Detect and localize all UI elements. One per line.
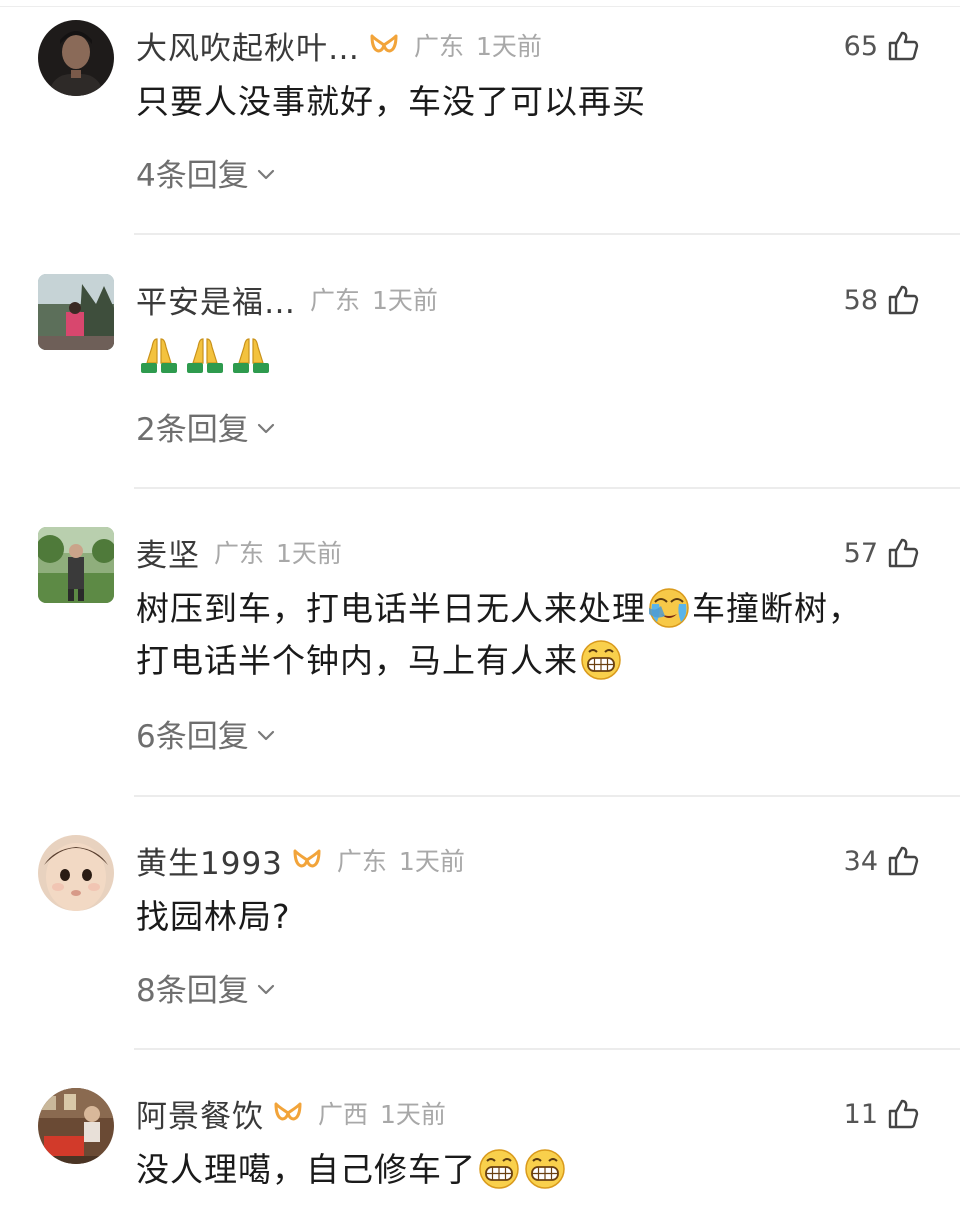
thumbs-up-icon[interactable]	[886, 29, 920, 63]
replies-label: 6条回复	[136, 719, 249, 755]
comment-meta: 阿景餐饮 广西 1天前	[136, 1088, 446, 1138]
username[interactable]: 大风吹起秋叶…	[136, 23, 360, 68]
comment-text: 没人理噶，自己修车了	[136, 1144, 926, 1196]
view-replies-button[interactable]: 2条回复	[136, 404, 277, 449]
chevron-down-icon	[249, 160, 277, 186]
like-button[interactable]: 58	[844, 280, 920, 320]
grin-emoji	[523, 1147, 567, 1191]
like-button[interactable]: 57	[844, 533, 920, 573]
like-count: 57	[843, 537, 878, 569]
comment-meta: 平安是福… 广东 1天前	[136, 274, 438, 324]
avatar[interactable]	[38, 527, 114, 603]
thumbs-up-icon[interactable]	[886, 536, 920, 570]
comment-text-part: 没人理噶，自己修车了	[136, 1150, 476, 1189]
top-divider	[0, 6, 960, 7]
comment-text: 树压到车，打电话半日无人来处理 车撞断树， 打电话半个钟内，马上有人来	[136, 583, 926, 687]
timestamp: 1天前	[476, 32, 542, 61]
comment-meta: 麦坚 广东 1天前	[136, 527, 342, 577]
replies-label: 8条回复	[136, 973, 249, 1009]
view-replies-button[interactable]: 8条回复	[136, 965, 277, 1010]
comment-divider	[134, 487, 960, 489]
thumbs-up-icon[interactable]	[886, 283, 920, 317]
pray-emoji	[183, 333, 227, 377]
like-count: 34	[843, 845, 878, 877]
like-count: 65	[843, 30, 878, 62]
crying-emoji	[647, 586, 691, 630]
vip-badge-icon	[291, 847, 323, 873]
timestamp: 1天前	[398, 847, 465, 876]
view-replies-button[interactable]: 4条回复	[136, 150, 277, 195]
comment-divider	[134, 233, 960, 235]
location-label: 广东	[214, 539, 265, 568]
timestamp: 1天前	[372, 286, 438, 315]
avatar[interactable]	[38, 1088, 114, 1164]
chevron-down-icon	[249, 721, 277, 747]
comment-text	[136, 330, 926, 382]
replies-label: 4条回复	[136, 158, 249, 194]
thumbs-up-icon[interactable]	[886, 844, 920, 878]
like-button[interactable]: 11	[844, 1094, 920, 1134]
grin-emoji	[579, 638, 623, 682]
pray-emoji	[229, 333, 273, 377]
comment-text: 只要人没事就好，车没了可以再买	[136, 82, 646, 121]
vip-badge-icon	[368, 32, 400, 58]
like-count: 11	[843, 1098, 878, 1130]
comment-text-part: 树压到车，打电话半日无人来处理	[136, 589, 646, 628]
timestamp: 1天前	[380, 1100, 446, 1129]
view-replies-button[interactable]: 6条回复	[136, 711, 277, 756]
location-label: 广东	[414, 32, 465, 61]
username[interactable]: 黄生1993	[136, 838, 283, 883]
avatar[interactable]	[38, 274, 114, 350]
comment-meta: 大风吹起秋叶… 广东 1天前	[136, 20, 542, 70]
username[interactable]: 麦坚	[136, 530, 200, 575]
like-count: 58	[843, 284, 878, 316]
thumbs-up-icon[interactable]	[886, 1097, 920, 1131]
comment-text: 找园林局?	[136, 897, 291, 936]
chevron-down-icon	[249, 975, 277, 1001]
grin-emoji	[477, 1147, 521, 1191]
like-button[interactable]: 65	[844, 26, 920, 66]
avatar[interactable]	[38, 20, 114, 96]
replies-label: 2条回复	[136, 412, 249, 448]
location-label: 广西	[318, 1100, 369, 1129]
location-label: 广东	[310, 286, 361, 315]
avatar[interactable]	[38, 835, 114, 911]
username[interactable]: 平安是福…	[136, 277, 296, 322]
comment-divider	[134, 1048, 960, 1050]
username[interactable]: 阿景餐饮	[136, 1091, 264, 1136]
comment-meta: 黄生1993 广东 1天前	[136, 835, 465, 885]
pray-emoji	[137, 333, 181, 377]
comment-text-part: 车撞断树，	[692, 589, 862, 628]
comment-divider	[134, 795, 960, 797]
like-button[interactable]: 34	[844, 841, 920, 881]
vip-badge-icon	[272, 1100, 304, 1126]
timestamp: 1天前	[276, 539, 342, 568]
comment-text-part: 打电话半个钟内，马上有人来	[136, 641, 578, 680]
chevron-down-icon	[249, 414, 277, 440]
location-label: 广东	[336, 847, 387, 876]
